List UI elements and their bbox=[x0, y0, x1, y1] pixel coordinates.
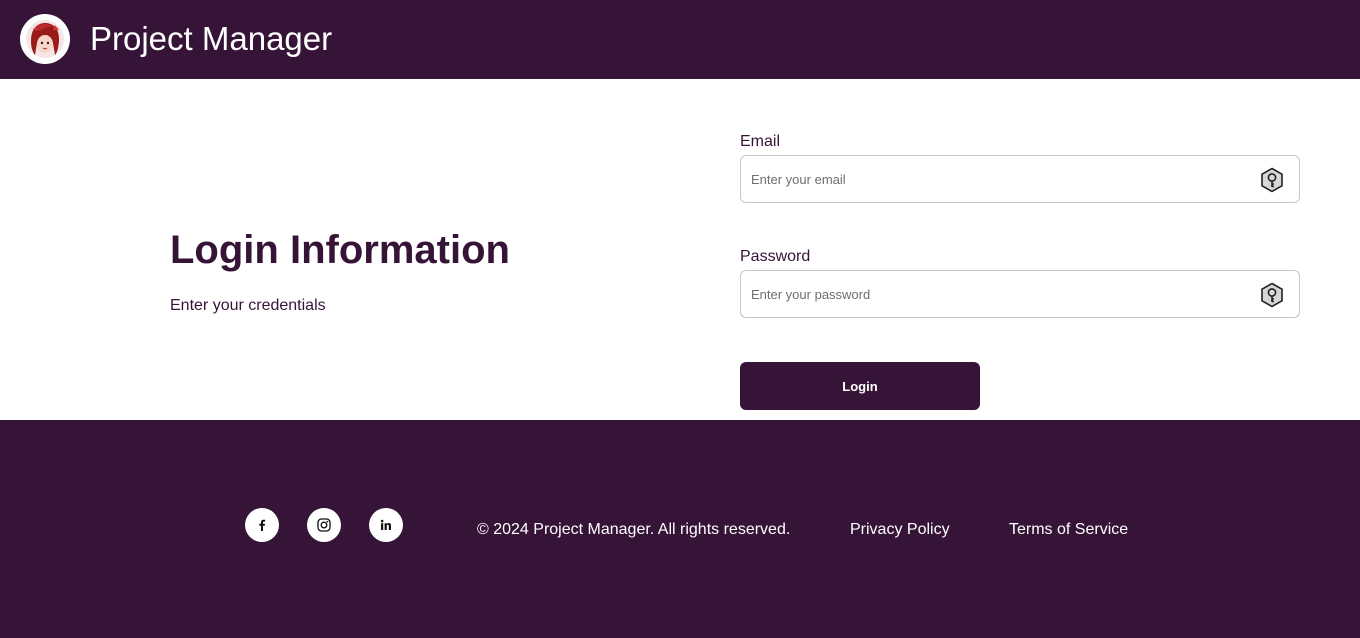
key-icon bbox=[1261, 167, 1283, 193]
app-title: Project Manager bbox=[90, 20, 333, 57]
instagram-icon bbox=[317, 518, 331, 532]
linkedin-link[interactable] bbox=[369, 508, 403, 542]
app-logo[interactable] bbox=[20, 14, 70, 64]
email-label: Email bbox=[740, 133, 781, 150]
page-subtitle: Enter your credentials bbox=[170, 297, 326, 314]
password-field-container bbox=[740, 270, 1300, 318]
facebook-icon bbox=[259, 519, 266, 531]
page-title: Login Information bbox=[170, 228, 510, 272]
avatar-logo-icon bbox=[26, 20, 64, 58]
terms-of-service-link[interactable]: Terms of Service bbox=[1009, 521, 1128, 539]
privacy-policy-link[interactable]: Privacy Policy bbox=[850, 521, 950, 539]
facebook-link[interactable] bbox=[245, 508, 279, 542]
instagram-link[interactable] bbox=[307, 508, 341, 542]
password-field[interactable] bbox=[751, 271, 1251, 317]
key-icon bbox=[1261, 282, 1283, 308]
login-section: Login Information Enter your credentials… bbox=[0, 79, 1360, 420]
copyright-text: © 2024 Project Manager. All rights reser… bbox=[477, 521, 791, 538]
login-button[interactable]: Login bbox=[740, 362, 980, 410]
linkedin-icon bbox=[380, 519, 391, 530]
email-field-container bbox=[740, 155, 1300, 203]
password-label: Password bbox=[740, 248, 811, 265]
page-footer: © 2024 Project Manager. All rights reser… bbox=[0, 420, 1360, 638]
email-field[interactable] bbox=[751, 156, 1251, 202]
top-header: Project Manager bbox=[0, 0, 1360, 79]
